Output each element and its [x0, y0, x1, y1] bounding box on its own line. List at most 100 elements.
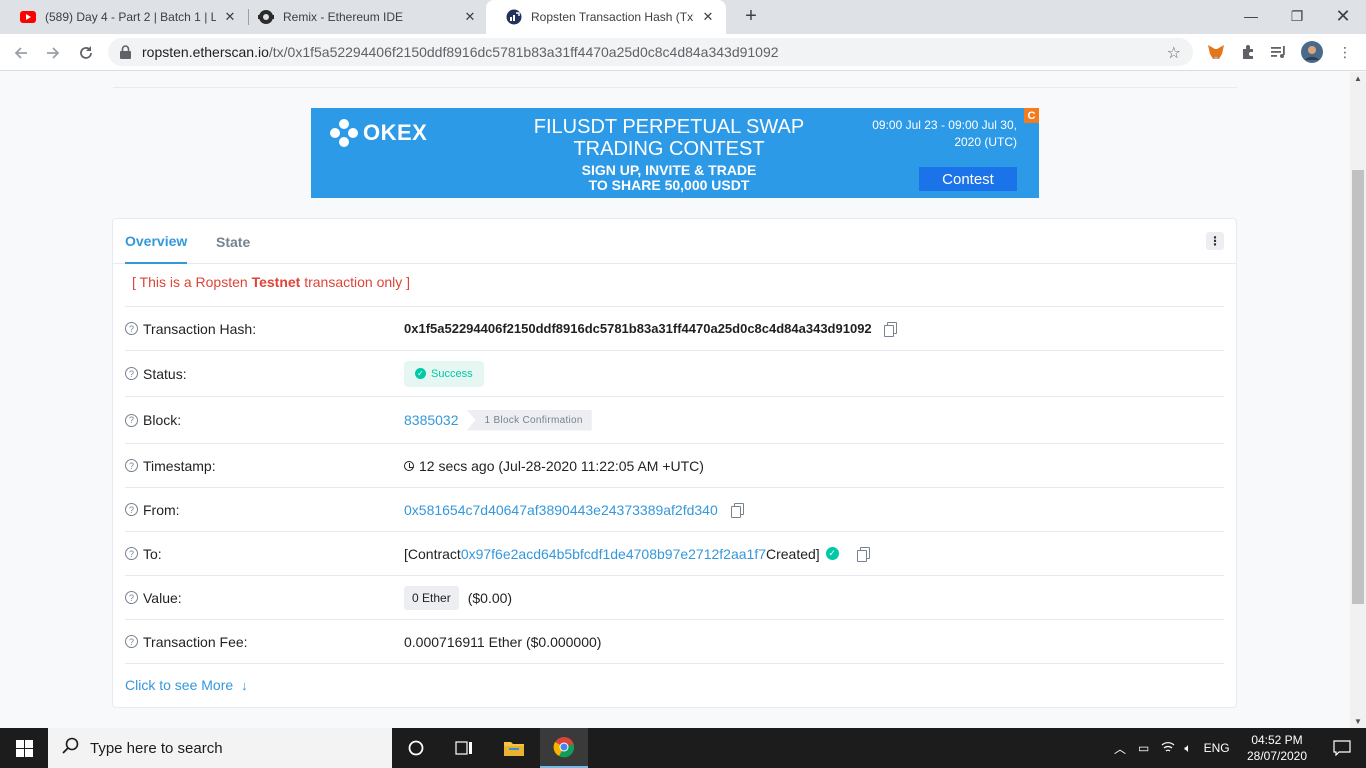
label-block: ? Block: — [125, 412, 181, 428]
scroll-down-icon[interactable]: ▼ — [1354, 717, 1362, 726]
status-text: Success — [431, 367, 473, 380]
reload-button[interactable] — [72, 39, 100, 67]
help-icon[interactable]: ? — [125, 591, 138, 604]
notice-suffix: transaction only ] — [300, 274, 411, 290]
tab-close-icon[interactable]: ✕ — [222, 9, 238, 25]
task-view-icon[interactable] — [440, 728, 488, 768]
help-icon[interactable]: ? — [125, 413, 138, 427]
okex-ad-banner[interactable]: OKEX FILUSDT PERPETUAL SWAP TRADING CONT… — [311, 108, 1039, 198]
ad-dates-line1: 09:00 Jul 23 - 09:00 Jul 30, — [872, 118, 1017, 132]
youtube-icon — [20, 9, 36, 25]
file-explorer-icon[interactable] — [490, 728, 538, 768]
tab-title: (589) Day 4 - Part 2 | Batch 1 | Let — [45, 10, 216, 24]
help-icon[interactable]: ? — [125, 322, 138, 335]
copy-icon[interactable] — [883, 322, 897, 337]
row-block: ? Block: 8385032 1 Block Confirmation — [125, 396, 1224, 443]
header-divider — [113, 87, 1237, 88]
minimize-button[interactable]: — — [1228, 0, 1274, 32]
tab-overview[interactable]: Overview — [125, 219, 188, 264]
media-playlist-icon[interactable] — [1268, 41, 1290, 63]
windows-logo-icon — [15, 739, 33, 757]
chevron-up-icon[interactable]: ︿ — [1114, 740, 1126, 757]
to-suffix: Created] — [766, 545, 820, 562]
row-status: ? Status: ✓ Success — [125, 350, 1224, 396]
testnet-notice: [ This is a Ropsten Testnet transaction … — [132, 274, 410, 290]
from-address-link[interactable]: 0x581654c7d40647af3890443e24373389af2fd3… — [404, 502, 718, 518]
page-content: OKEX FILUSDT PERPETUAL SWAP TRADING CONT… — [0, 72, 1350, 728]
label-hash: ? Transaction Hash: — [125, 321, 256, 337]
more-options-icon[interactable]: ⋮ — [1206, 232, 1224, 250]
wifi-icon[interactable] — [1161, 741, 1175, 756]
timestamp-text: 12 secs ago (Jul-28-2020 11:22:05 AM +UT… — [419, 457, 704, 474]
ether-amount-chip: 0 Ether — [404, 585, 459, 610]
arrow-down-icon: ↓ — [241, 677, 248, 693]
card-tabs: Overview State ⋮ — [113, 219, 1236, 264]
language-indicator[interactable]: ENG — [1204, 741, 1230, 755]
ad-headline-line1: FILUSDT PERPETUAL SWAP — [533, 116, 805, 138]
tab-close-icon[interactable]: ✕ — [700, 9, 716, 25]
chrome-menu-icon[interactable]: ⋮ — [1334, 41, 1356, 63]
ad-sub-line1: SIGN UP, INVITE & TRADE — [581, 162, 757, 178]
volume-icon[interactable]: 🔈︎ — [1184, 741, 1191, 756]
taskbar-search-box[interactable]: Type here to search — [48, 728, 392, 768]
confirmation-badge: 1 Block Confirmation — [466, 409, 592, 431]
label-fee: ? Transaction Fee: — [125, 634, 248, 650]
value-value: 0 Ether ($0.00) — [404, 585, 512, 610]
ad-headline-line2: TRADING CONTEST — [573, 138, 765, 160]
tab-close-icon[interactable]: ✕ — [462, 9, 478, 25]
label-text: Status: — [143, 365, 187, 382]
address-bar[interactable]: ropsten.etherscan.io/tx/0x1f5a52294406f2… — [108, 38, 1193, 66]
row-to: ? To: [Contract 0x97f6e2acd64b5bfcdf1de47… — [125, 531, 1224, 575]
remix-icon — [258, 9, 274, 25]
see-more-text: Click to see More — [125, 677, 234, 693]
label-from: ? From: — [125, 502, 180, 518]
restore-button[interactable]: ❐ — [1274, 0, 1320, 32]
profile-avatar[interactable] — [1301, 41, 1323, 63]
tab-state[interactable]: State — [216, 219, 250, 264]
extensions-puzzle-icon[interactable] — [1237, 41, 1259, 63]
browser-tab-etherscan[interactable]: Ropsten Transaction Hash (Txhash ✕ — [486, 0, 726, 34]
label-text: From: — [143, 501, 180, 518]
value-status: ✓ Success — [404, 360, 484, 387]
transaction-hash: 0x1f5a52294406f2150ddf8916dc5781b83a31ff… — [404, 321, 872, 336]
help-icon[interactable]: ? — [125, 503, 138, 516]
battery-icon[interactable]: ▭ — [1138, 741, 1149, 755]
copy-icon[interactable] — [856, 547, 870, 562]
bookmark-star-icon[interactable]: ☆ — [1167, 43, 1181, 63]
browser-tab-youtube[interactable]: (589) Day 4 - Part 2 | Batch 1 | Let ✕ — [0, 0, 248, 34]
value-timestamp: 12 secs ago (Jul-28-2020 11:22:05 AM +UT… — [404, 458, 704, 474]
label-status: ? Status: — [125, 366, 187, 382]
browser-tab-remix[interactable]: Remix - Ethereum IDE ✕ — [238, 0, 488, 34]
lock-icon — [120, 45, 134, 59]
page-scrollbar[interactable]: ▲ ▼ — [1350, 72, 1366, 728]
start-button[interactable] — [0, 728, 48, 768]
contract-address-link[interactable]: 0x97f6e2acd64b5bfcdf1de4708b97e2712f2aa1… — [461, 546, 766, 562]
copy-icon[interactable] — [730, 503, 744, 518]
scroll-up-icon[interactable]: ▲ — [1354, 74, 1362, 83]
help-icon[interactable]: ? — [125, 459, 138, 472]
new-tab-button[interactable]: + — [738, 4, 764, 30]
back-button[interactable] — [7, 39, 35, 67]
metamask-icon[interactable] — [1205, 41, 1227, 63]
help-icon[interactable]: ? — [125, 547, 138, 560]
system-clock[interactable]: 04:52 PM 28/07/2020 — [1238, 732, 1316, 764]
check-circle-icon: ✓ — [415, 368, 426, 379]
block-number-link[interactable]: 8385032 — [404, 412, 459, 428]
cortana-icon[interactable] — [392, 728, 440, 768]
forward-button[interactable] — [39, 39, 67, 67]
transaction-card: Overview State ⋮ [ This is a Ropsten Tes… — [112, 218, 1237, 708]
close-window-button[interactable]: ✕ — [1320, 0, 1366, 32]
see-more-link[interactable]: Click to see More ↓ — [125, 677, 248, 693]
ad-choices-icon[interactable]: C — [1024, 108, 1039, 123]
ad-contest-button[interactable]: Contest — [919, 167, 1017, 191]
clock-icon — [404, 460, 414, 471]
scrollbar-thumb[interactable] — [1352, 170, 1364, 604]
value-hash: 0x1f5a52294406f2150ddf8916dc5781b83a31ff… — [404, 321, 897, 337]
notification-icon[interactable] — [1318, 728, 1366, 768]
row-divider — [125, 663, 1224, 664]
chrome-taskbar-icon[interactable] — [540, 728, 588, 768]
reload-icon — [80, 46, 92, 59]
url-host: ropsten.etherscan.io — [142, 44, 269, 60]
help-icon[interactable]: ? — [125, 367, 138, 380]
help-icon[interactable]: ? — [125, 635, 138, 648]
